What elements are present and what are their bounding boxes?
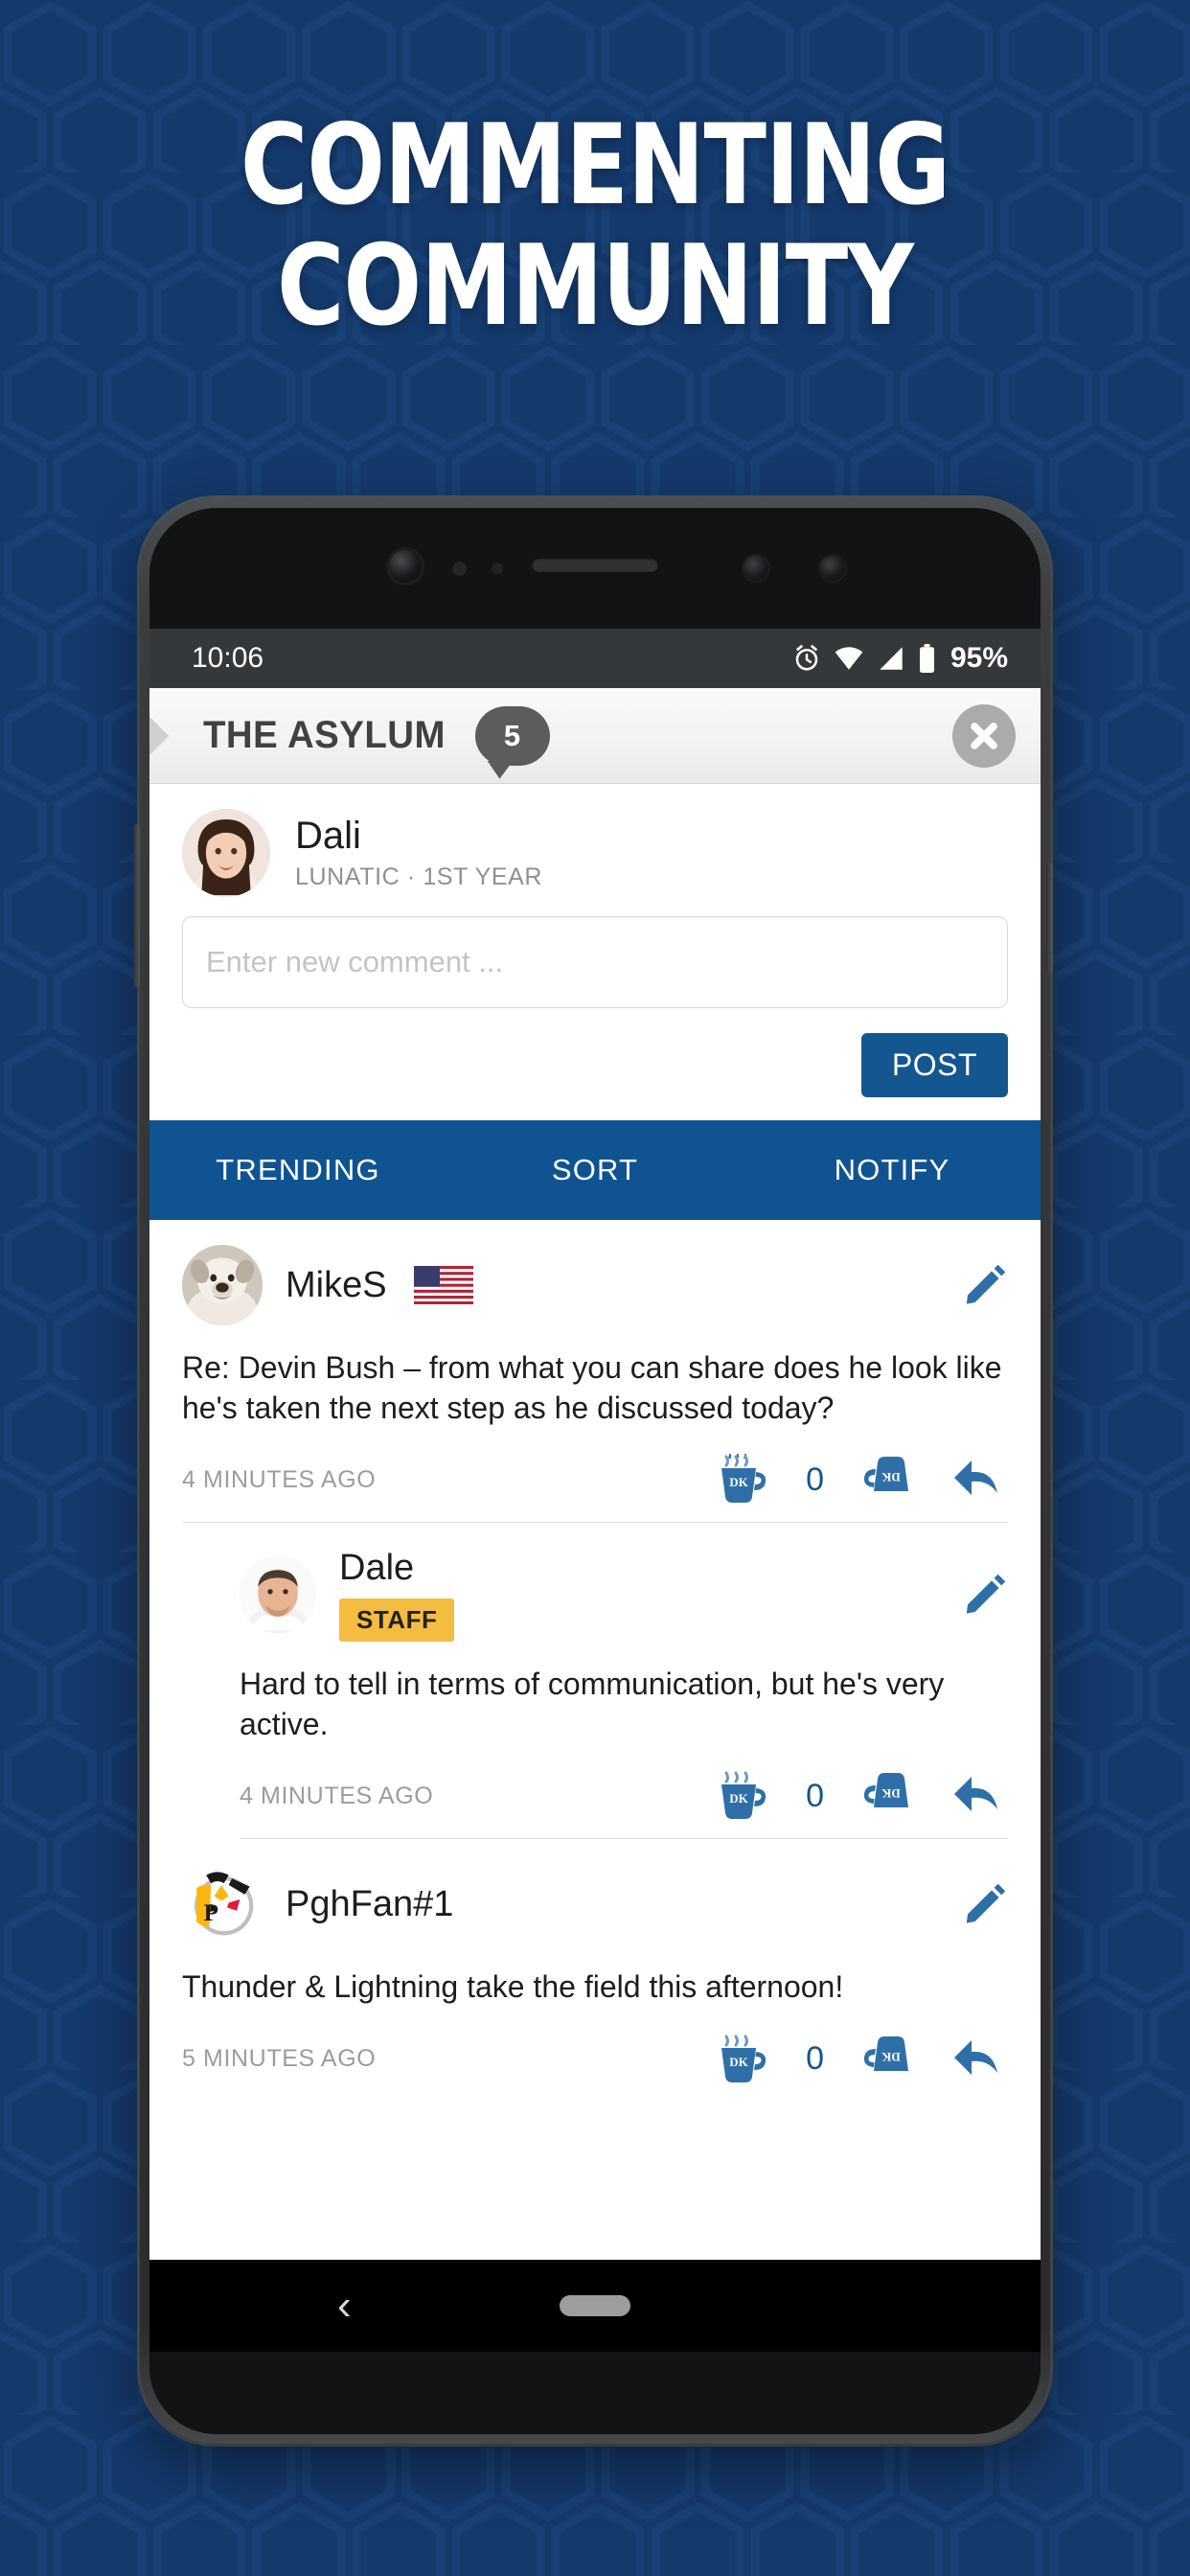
reply-arrow-icon [954,1460,997,1496]
svg-text:DK: DK [881,2050,900,2064]
phone-mockup: 10:06 95% THE ASYLUM 5 Dali LUNATIC · 1S… [140,498,1050,2444]
signal-icon [880,647,903,670]
coffee-cup-up-icon: DK [721,1454,767,1504]
comment-author: PghFan#1 [286,1883,454,1924]
wifi-icon [835,647,863,670]
avatar-pghfan-image: P [182,1864,263,1945]
reply-arrow-icon [954,2039,997,2075]
coffee-cup-up-icon: DK [721,1771,767,1820]
avatar[interactable] [182,1245,263,1325]
profile-name: Dali [295,815,361,857]
reply-button[interactable] [949,1453,1008,1506]
proximity-sensor-icon [452,562,467,576]
tab-trending[interactable]: TRENDING [149,1153,446,1187]
tab-sort[interactable]: SORT [446,1153,744,1187]
reply-button[interactable] [949,2033,1008,2086]
unread-count-value: 5 [503,718,521,752]
avatar-dali-image [182,809,270,897]
edit-pencil-icon[interactable] [962,1881,1008,1927]
app-screen: THE ASYLUM 5 Dali LUNATIC · 1ST YEAR Ent… [149,688,1041,2352]
nav-home-pill[interactable] [560,2295,630,2316]
downvote-button[interactable]: DK [857,1453,916,1506]
phone-top-bezel [149,508,1041,629]
edit-pencil-icon[interactable] [962,1572,1008,1618]
secondary-camera-icon [744,556,768,581]
comment-timestamp: 4 MINUTES AGO [240,1782,434,1809]
reply-button[interactable] [949,1769,1008,1823]
coffee-cup-up-icon: DK [721,2035,767,2082]
tertiary-camera-icon [820,556,845,581]
reply-arrow-icon [954,1777,997,1812]
comment-body: Thunder & Lightning take the field this … [182,1969,844,2005]
light-sensor-icon [492,563,503,574]
downvote-button[interactable]: DK [857,2033,916,2086]
close-icon [971,722,997,749]
page-title: THE ASYLUM [203,714,446,756]
coffee-cup-down-icon: DK [863,1457,908,1492]
avatar[interactable] [240,1556,316,1634]
svg-text:DK: DK [729,1791,748,1806]
unread-count-badge[interactable]: 5 [474,705,550,766]
edit-pencil-icon[interactable] [962,1262,1008,1308]
close-button[interactable] [952,703,1016,768]
upvote-button[interactable]: DK [714,1769,773,1823]
svg-text:P: P [204,1900,218,1926]
avatar[interactable]: P [182,1864,263,1945]
status-bar: 10:06 95% [149,629,1041,688]
alarm-icon [795,645,818,671]
avatar-dale-image [240,1556,316,1634]
power-button[interactable] [1046,862,1053,974]
avatar-bulldog-image [182,1245,263,1325]
comment-body: Hard to tell in terms of communication, … [240,1667,945,1741]
coffee-cup-down-icon: DK [863,1773,908,1808]
svg-text:DK: DK [881,1786,900,1801]
headline-line-1: COMMENTING [240,101,950,230]
battery-icon [919,644,934,673]
comment-input[interactable] [182,916,1008,1008]
svg-text:DK: DK [729,1475,748,1489]
comment-body: Re: Devin Bush – from what you can share… [182,1350,1002,1425]
back-chevron-icon[interactable] [149,688,182,783]
volume-button[interactable] [133,824,140,987]
vote-count: 0 [806,1777,824,1814]
battery-percent: 95% [950,642,1008,674]
comment-author: Dale [339,1548,415,1589]
tab-notify[interactable]: NOTIFY [744,1153,1041,1187]
svg-text:DK: DK [881,1470,900,1484]
promo-headline: COMMENTING COMMUNITY [48,101,1143,352]
comment-feed: MikeS Re: Devin Bush – from what you can… [149,1220,1041,2260]
tab-bar: TRENDING SORT NOTIFY [149,1120,1041,1220]
current-user-profile: Dali LUNATIC · 1ST YEAR [149,784,1041,916]
phone-bottom-bezel [149,2352,1041,2434]
svg-text:DK: DK [729,2055,748,2069]
avatar[interactable] [182,809,270,897]
comment-item: MikeS Re: Devin Bush – from what you can… [149,1220,1041,1524]
vote-count: 0 [806,2040,824,2078]
upvote-button[interactable]: DK [714,1453,773,1506]
comment-timestamp: 5 MINUTES AGO [182,2045,377,2073]
app-header: THE ASYLUM 5 [149,688,1041,784]
nav-back-button[interactable]: ‹ [337,2285,352,2327]
status-badge: STAFF [339,1598,455,1643]
android-nav-bar: ‹ [149,2260,1041,2352]
post-button[interactable]: POST [860,1033,1008,1097]
compose-area: POST [149,916,1041,1120]
downvote-button[interactable]: DK [857,1769,916,1823]
profile-meta: LUNATIC · 1ST YEAR [295,863,543,890]
us-flag-icon [413,1266,473,1304]
upvote-button[interactable]: DK [714,2033,773,2086]
headline-line-2: COMMUNITY [277,221,914,352]
status-time: 10:06 [192,642,264,674]
earpiece-speaker [532,558,658,572]
front-camera-icon [389,550,422,583]
comment-author: MikeS [286,1264,387,1305]
vote-count: 0 [806,1460,824,1498]
comment-item: P PghFan#1 Thunder & Lightning take the … [149,1839,1041,2102]
comment-item: Dale STAFF Hard to tell in terms of comm… [149,1523,1041,1840]
coffee-cup-down-icon: DK [863,2036,908,2071]
comment-timestamp: 4 MINUTES AGO [182,1465,377,1493]
